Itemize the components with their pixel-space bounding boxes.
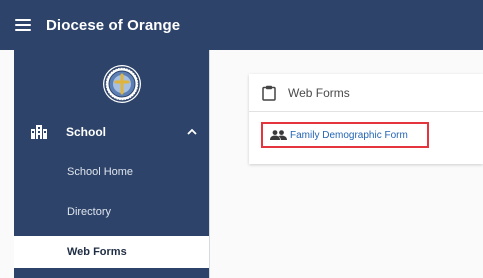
sidebar-divider — [209, 50, 210, 278]
sidebar: School School Home Directory Web Forms — [14, 50, 209, 278]
form-link-label: Family Demographic Form — [290, 129, 408, 141]
people-icon — [270, 130, 287, 140]
card-title: Web Forms — [288, 85, 350, 100]
clipboard-icon — [262, 85, 276, 101]
sidebar-section-label: School — [66, 125, 107, 139]
menu-icon[interactable] — [15, 19, 31, 31]
card-header: Web Forms — [249, 74, 483, 112]
diocese-logo — [103, 65, 141, 103]
family-demographic-form-link[interactable]: Family Demographic Form — [261, 122, 429, 148]
sidebar-item-label: Directory — [67, 206, 112, 218]
sidebar-item-label: School Home — [67, 166, 134, 178]
chevron-up-icon[interactable] — [187, 128, 197, 135]
web-forms-card: Web Forms Family Demographic Form — [249, 74, 483, 164]
sidebar-item-label: Web Forms — [67, 246, 127, 258]
sidebar-item-web-forms[interactable]: Web Forms — [14, 236, 209, 268]
sidebar-item-directory[interactable]: Directory — [14, 196, 209, 228]
school-icon — [31, 125, 47, 139]
top-app-bar: Diocese of Orange — [0, 0, 483, 50]
app-title: Diocese of Orange — [46, 16, 181, 34]
sidebar-section-school[interactable]: School — [14, 116, 209, 148]
sidebar-item-school-home[interactable]: School Home — [14, 156, 209, 188]
left-gutter — [0, 50, 14, 278]
